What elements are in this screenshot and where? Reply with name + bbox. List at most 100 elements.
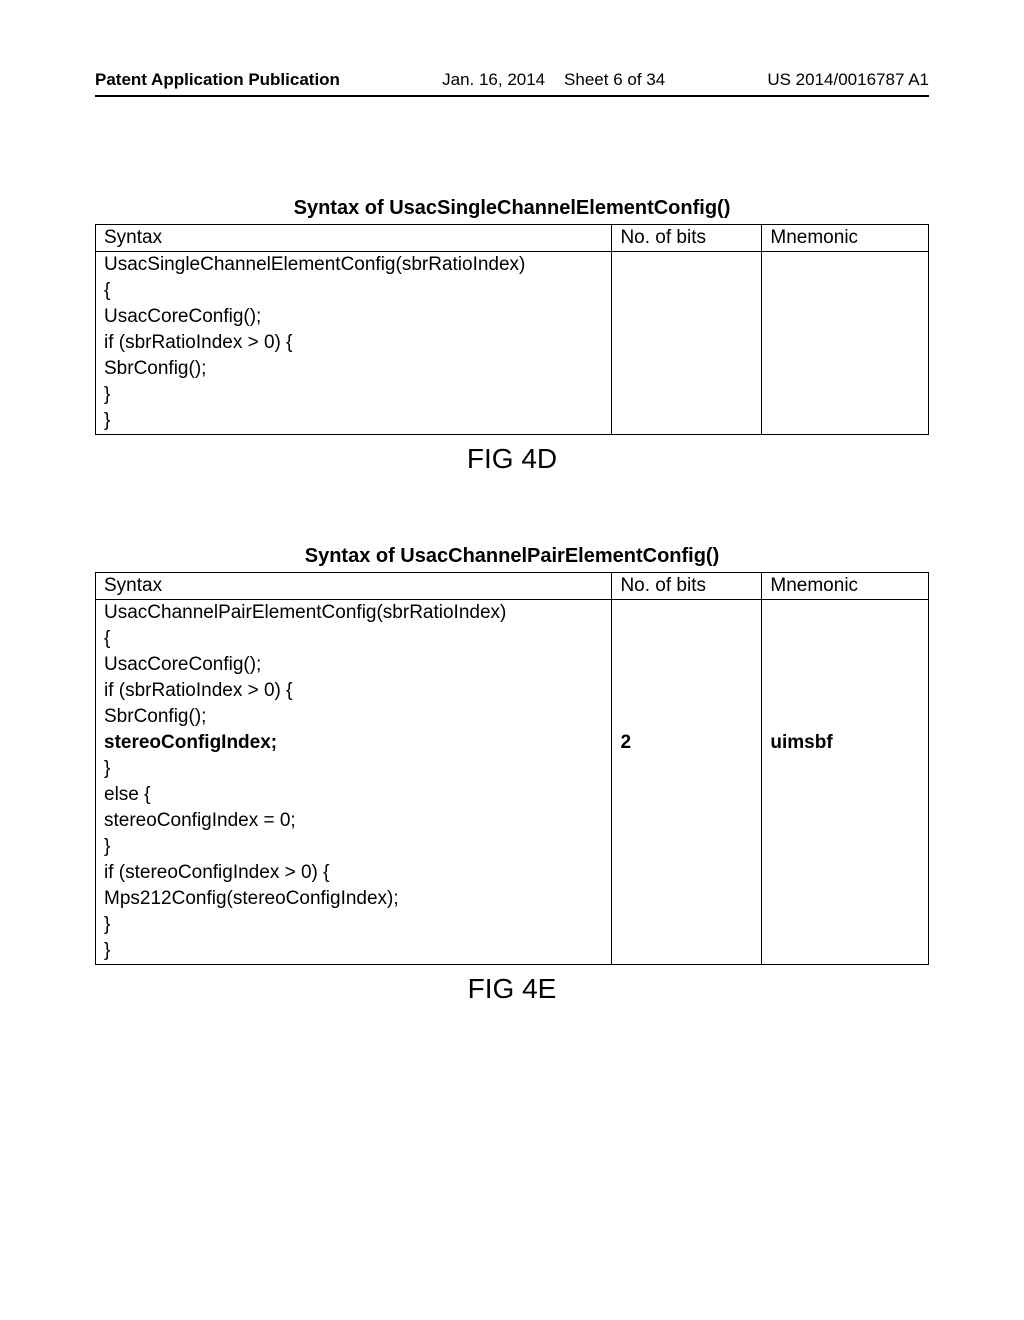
mnem-cell xyxy=(762,652,929,678)
mnem-cell xyxy=(762,252,929,279)
syntax-cell: stereoConfigIndex = 0; xyxy=(96,808,612,834)
syntax-cell: UsacCoreConfig(); xyxy=(96,652,612,678)
table-row: SbrConfig(); xyxy=(96,704,929,730)
th-bits: No. of bits xyxy=(612,225,762,252)
table-row: UsacChannelPairElementConfig(sbrRatioInd… xyxy=(96,600,929,627)
bits-cell xyxy=(612,938,762,965)
mnem-cell xyxy=(762,600,929,627)
mnem-cell xyxy=(762,356,929,382)
table-row: SbrConfig(); xyxy=(96,356,929,382)
fig-caption-4e: FIG 4E xyxy=(95,973,929,1005)
header-left: Patent Application Publication xyxy=(95,70,340,90)
mnem-cell xyxy=(762,886,929,912)
syntax-cell: UsacCoreConfig(); xyxy=(96,304,612,330)
syntax-cell: } xyxy=(96,834,612,860)
syntax-table-2: Syntax No. of bits Mnemonic UsacChannelP… xyxy=(95,572,929,965)
syntax-cell: SbrConfig(); xyxy=(96,704,612,730)
bits-cell xyxy=(612,782,762,808)
mnem-cell xyxy=(762,382,929,408)
syntax-cell: UsacSingleChannelElementConfig(sbrRatioI… xyxy=(96,252,612,279)
header-right: US 2014/0016787 A1 xyxy=(767,70,929,90)
fig-caption-4d: FIG 4D xyxy=(95,443,929,475)
bits-cell xyxy=(612,626,762,652)
bits-cell xyxy=(612,912,762,938)
syntax-cell: } xyxy=(96,756,612,782)
mnem-cell xyxy=(762,834,929,860)
table-row: else { xyxy=(96,782,929,808)
mnem-cell xyxy=(762,808,929,834)
syntax-table-1: Syntax No. of bits Mnemonic UsacSingleCh… xyxy=(95,224,929,435)
syntax-cell: Mps212Config(stereoConfigIndex); xyxy=(96,886,612,912)
syntax-cell: { xyxy=(96,626,612,652)
mnem-cell xyxy=(762,756,929,782)
table-row: { xyxy=(96,278,929,304)
table-row: if (sbrRatioIndex > 0) { xyxy=(96,678,929,704)
bits-cell xyxy=(612,252,762,279)
syntax-cell: } xyxy=(96,382,612,408)
mnem-cell xyxy=(762,860,929,886)
mnem-cell xyxy=(762,304,929,330)
syntax-cell: } xyxy=(96,938,612,965)
mnem-cell xyxy=(762,912,929,938)
table-row: stereoConfigIndex;2uimsbf xyxy=(96,730,929,756)
table-row: } xyxy=(96,834,929,860)
bits-cell xyxy=(612,600,762,627)
bits-cell xyxy=(612,704,762,730)
table2-title: Syntax of UsacChannelPairElementConfig() xyxy=(95,545,929,568)
syntax-cell: UsacChannelPairElementConfig(sbrRatioInd… xyxy=(96,600,612,627)
header-center: Jan. 16, 2014 Sheet 6 of 34 xyxy=(442,70,665,90)
table-row: } xyxy=(96,408,929,435)
syntax-cell: { xyxy=(96,278,612,304)
table-row: stereoConfigIndex = 0; xyxy=(96,808,929,834)
bits-cell xyxy=(612,678,762,704)
table-row: UsacCoreConfig(); xyxy=(96,304,929,330)
mnem-cell: uimsbf xyxy=(762,730,929,756)
th-mnem: Mnemonic xyxy=(762,573,929,600)
th-mnem: Mnemonic xyxy=(762,225,929,252)
bits-cell xyxy=(612,886,762,912)
table-row: } xyxy=(96,938,929,965)
bits-cell: 2 xyxy=(612,730,762,756)
bits-cell xyxy=(612,808,762,834)
mnem-cell xyxy=(762,938,929,965)
table-row: } xyxy=(96,756,929,782)
bits-cell xyxy=(612,356,762,382)
mnem-cell xyxy=(762,278,929,304)
table-row: UsacCoreConfig(); xyxy=(96,652,929,678)
bits-cell xyxy=(612,834,762,860)
bits-cell xyxy=(612,382,762,408)
th-bits: No. of bits xyxy=(612,573,762,600)
table1-title: Syntax of UsacSingleChannelElementConfig… xyxy=(95,197,929,220)
mnem-cell xyxy=(762,782,929,808)
bits-cell xyxy=(612,278,762,304)
bits-cell xyxy=(612,304,762,330)
header-date: Jan. 16, 2014 xyxy=(442,70,545,89)
bits-cell xyxy=(612,330,762,356)
bits-cell xyxy=(612,756,762,782)
syntax-cell: if (stereoConfigIndex > 0) { xyxy=(96,860,612,886)
syntax-cell: else { xyxy=(96,782,612,808)
table-row: } xyxy=(96,912,929,938)
mnem-cell xyxy=(762,626,929,652)
bits-cell xyxy=(612,652,762,678)
header-sheet: Sheet 6 of 34 xyxy=(564,70,665,89)
mnem-cell xyxy=(762,408,929,435)
table-row: if (sbrRatioIndex > 0) { xyxy=(96,330,929,356)
bits-cell xyxy=(612,408,762,435)
syntax-cell: SbrConfig(); xyxy=(96,356,612,382)
table-row: UsacSingleChannelElementConfig(sbrRatioI… xyxy=(96,252,929,279)
syntax-cell: if (sbrRatioIndex > 0) { xyxy=(96,330,612,356)
table-row: Mps212Config(stereoConfigIndex); xyxy=(96,886,929,912)
th-syntax: Syntax xyxy=(96,573,612,600)
page-header: Patent Application Publication Jan. 16, … xyxy=(95,70,929,97)
mnem-cell xyxy=(762,678,929,704)
syntax-cell: if (sbrRatioIndex > 0) { xyxy=(96,678,612,704)
syntax-cell: stereoConfigIndex; xyxy=(96,730,612,756)
mnem-cell xyxy=(762,330,929,356)
table-row: { xyxy=(96,626,929,652)
bits-cell xyxy=(612,860,762,886)
th-syntax: Syntax xyxy=(96,225,612,252)
table-row: } xyxy=(96,382,929,408)
mnem-cell xyxy=(762,704,929,730)
syntax-cell: } xyxy=(96,408,612,435)
